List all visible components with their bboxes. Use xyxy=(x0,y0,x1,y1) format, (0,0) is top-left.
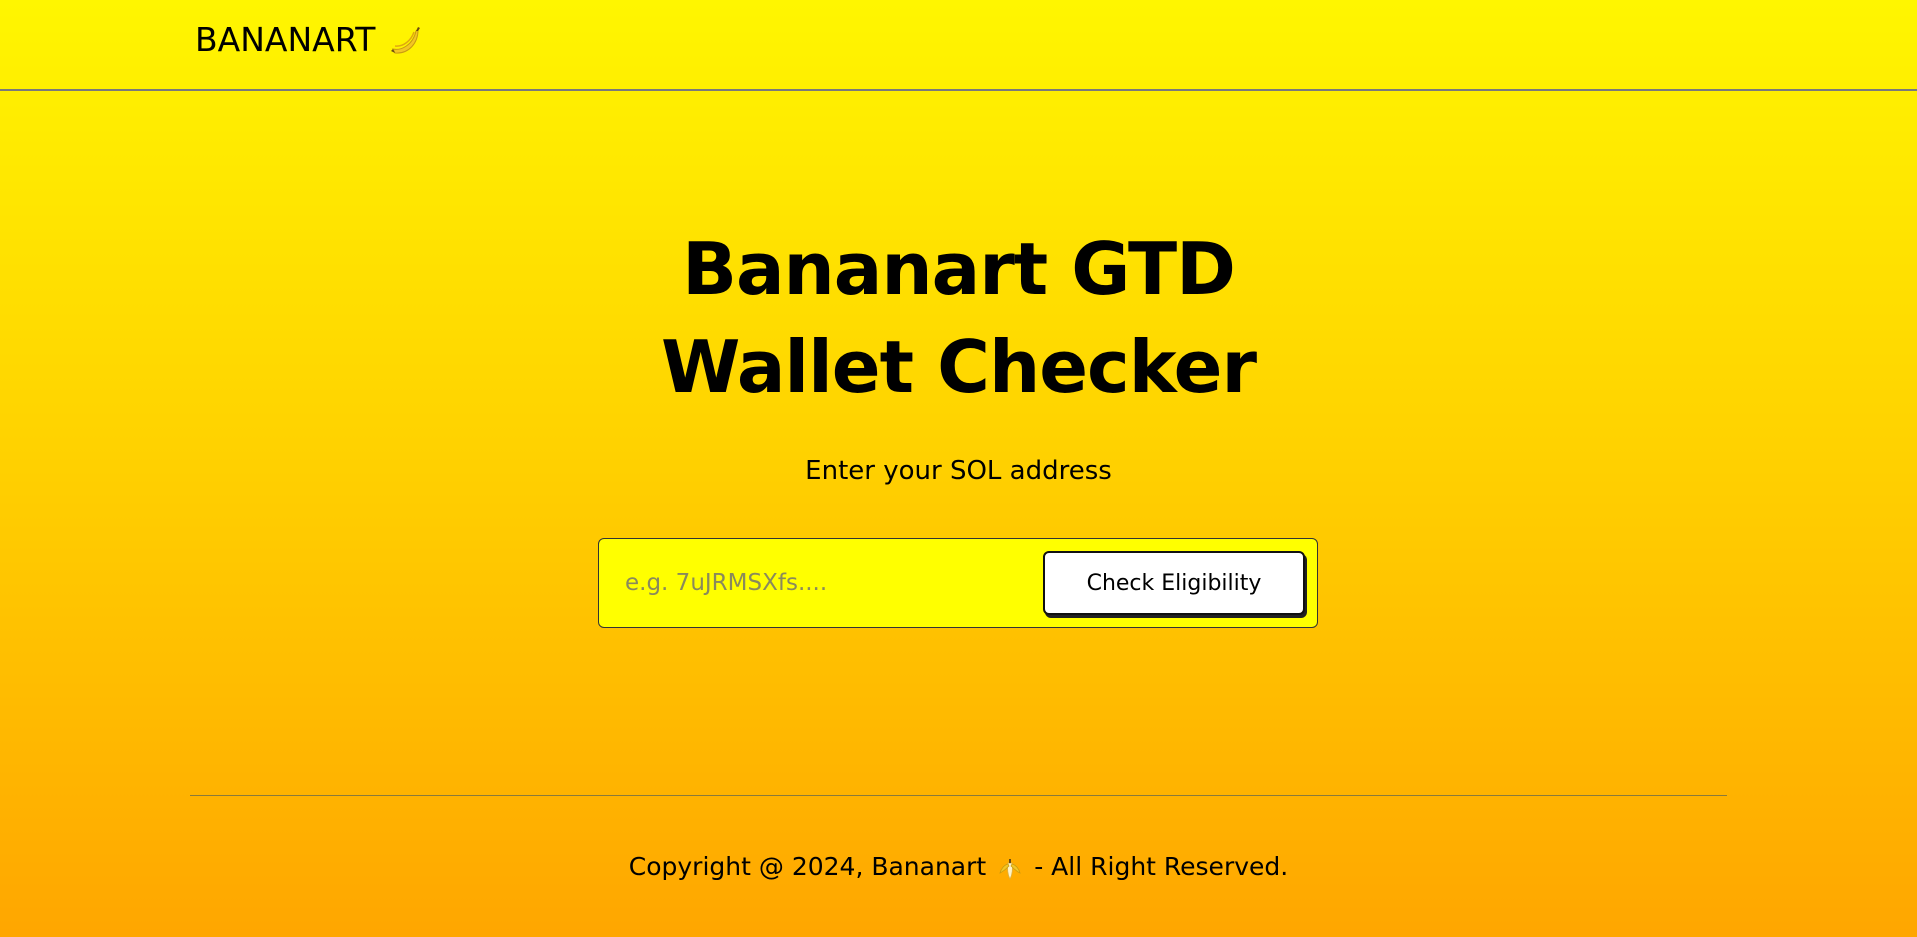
copyright-suffix: - All Right Reserved. xyxy=(1034,852,1289,881)
sol-address-input[interactable] xyxy=(625,557,1025,609)
page-title: Bananart GTD Wallet Checker xyxy=(0,220,1917,416)
footer-copyright: Copyright @ 2024, Bananart - All Right R… xyxy=(0,852,1917,881)
banana-icon xyxy=(387,23,421,57)
brand-name: BANANART xyxy=(195,20,376,59)
footer-divider xyxy=(190,795,1727,796)
brand-logo[interactable]: BANANART xyxy=(195,20,421,59)
address-prompt: Enter your SOL address xyxy=(805,456,1112,486)
copyright-prefix: Copyright @ 2024, Bananart xyxy=(628,852,987,881)
page-title-line1: Bananart GTD xyxy=(682,227,1236,311)
site-header: BANANART xyxy=(0,0,1917,91)
wallet-check-form: Check Eligibility xyxy=(598,538,1318,628)
check-eligibility-button[interactable]: Check Eligibility xyxy=(1043,551,1305,615)
page-title-line2: Wallet Checker xyxy=(660,325,1257,409)
peeled-banana-icon xyxy=(996,853,1024,881)
